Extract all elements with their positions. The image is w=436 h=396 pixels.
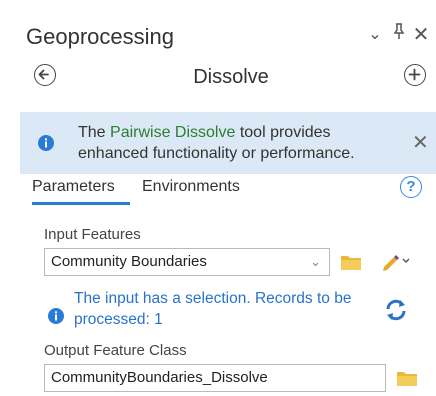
input-features-select[interactable]: Community Boundaries ⌄: [44, 248, 330, 276]
info-banner: The Pairwise Dissolve tool provides enha…: [20, 112, 436, 174]
active-tab-indicator: [32, 202, 130, 205]
help-icon[interactable]: ?: [400, 176, 422, 198]
add-plus-icon[interactable]: [404, 64, 426, 86]
selection-info-icon: [48, 308, 64, 324]
tool-title: Dissolve: [193, 66, 269, 88]
tab-parameters[interactable]: Parameters: [32, 178, 115, 196]
options-dropdown-icon[interactable]: ⌄: [364, 22, 386, 48]
refresh-icon[interactable]: [384, 298, 408, 327]
pane-header: Geoprocessing ⌄ ✕: [26, 22, 429, 56]
close-pane-icon[interactable]: ✕: [410, 22, 432, 48]
output-feature-class-input[interactable]: CommunityBoundaries_Dissolve: [44, 364, 386, 392]
selection-message: The input has a selection. Records to be…: [74, 290, 352, 328]
banner-close-icon[interactable]: ✕: [412, 130, 429, 155]
geoprocessing-pane: Geoprocessing ⌄ ✕ Dissolve The Pairwise …: [0, 0, 436, 396]
banner-text-prefix: The: [78, 124, 111, 141]
tab-bar: Parameters Environments ?: [32, 176, 432, 208]
output-browse-folder-icon[interactable]: [396, 369, 418, 387]
edit-pencil-icon[interactable]: [380, 250, 410, 277]
tool-header: Dissolve: [26, 62, 426, 96]
browse-folder-icon[interactable]: [340, 253, 362, 271]
tab-environments[interactable]: Environments: [142, 178, 240, 196]
input-features-value: Community Boundaries: [51, 253, 207, 270]
input-features-label: Input Features: [44, 226, 141, 243]
chevron-down-icon[interactable]: ⌄: [310, 249, 321, 275]
pane-title: Geoprocessing: [26, 24, 174, 49]
info-icon: [38, 135, 54, 151]
output-feature-class-label: Output Feature Class: [44, 342, 187, 359]
banner-message: The Pairwise Dissolve tool provides enha…: [78, 122, 400, 164]
pairwise-dissolve-link[interactable]: Pairwise Dissolve: [110, 124, 235, 141]
pin-icon[interactable]: [388, 22, 410, 48]
output-feature-class-value: CommunityBoundaries_Dissolve: [51, 369, 268, 386]
